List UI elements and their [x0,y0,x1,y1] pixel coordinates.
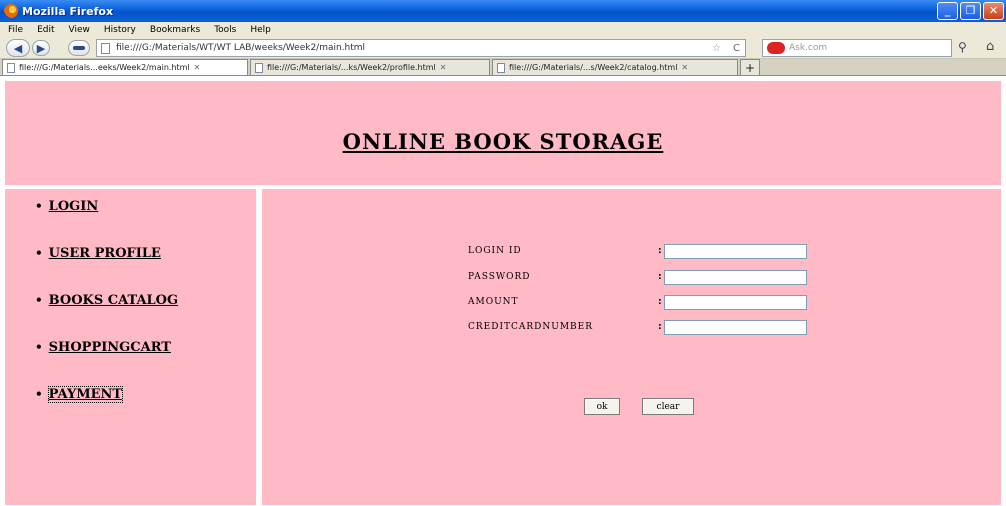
amount-input[interactable] [664,294,807,310]
firefox-icon [4,4,18,18]
bullet: • [35,246,43,260]
password-input[interactable] [664,269,807,285]
menu-edit[interactable]: Edit [37,25,54,35]
forward-button[interactable]: ▶ [32,40,50,56]
amount-label: AMOUNT [468,297,519,307]
page-icon [255,62,263,73]
menu-tools[interactable]: Tools [214,25,236,35]
maximize-button[interactable]: ❐ [960,2,981,20]
menu-history[interactable]: History [104,25,136,35]
login-link[interactable]: LOGIN [49,199,99,214]
tab-label: file:///G:/Materials/...s/Week2/catalog.… [509,63,678,72]
sidebar-item-books-catalog: • BOOKS CATALOG [35,293,178,340]
tab-catalog[interactable]: file:///G:/Materials/...s/Week2/catalog.… [492,59,738,75]
menu-file[interactable]: File [8,25,23,35]
search-engine-icon[interactable] [767,42,785,54]
close-tab-icon[interactable]: ✕ [681,63,688,72]
password-label: PASSWORD [468,272,531,282]
close-tab-icon[interactable]: ✕ [440,63,447,72]
navigation-toolbar: ◀ ▶ file:///G:/Materials/WT/WT LAB/weeks… [0,37,1006,59]
bullet: • [35,293,43,307]
bookmark-icon [73,46,85,50]
credit-card-input[interactable] [664,319,807,335]
bullet: • [35,340,43,354]
tab-main[interactable]: file:///G:/Materials...eeks/Week2/main.h… [2,59,248,75]
sidebar-item-login: • LOGIN [35,199,178,246]
login-id-label: LOGIN ID [468,246,522,256]
page-icon [101,42,110,54]
bullet: • [35,199,43,213]
bullet: • [35,387,43,401]
main-frame: LOGIN ID : PASSWORD : AMOUNT : CREDITCAR… [262,189,1001,505]
ok-button[interactable]: ok [584,398,620,415]
login-id-input[interactable] [664,243,807,259]
header-frame: ONLINE BOOK STORAGE [5,81,1001,185]
tab-label: file:///G:/Materials/...ks/Week2/profile… [267,63,436,72]
tab-label: file:///G:/Materials...eeks/Week2/main.h… [19,63,190,72]
search-placeholder: Ask.com [789,43,828,53]
books-catalog-link[interactable]: BOOKS CATALOG [49,293,178,308]
close-button[interactable]: ✕ [983,2,1004,20]
url-text: file:///G:/Materials/WT/WT LAB/weeks/Wee… [116,43,366,53]
search-bar[interactable]: Ask.com [762,39,952,57]
page-title: ONLINE BOOK STORAGE [342,129,664,154]
menu-help[interactable]: Help [250,25,271,35]
shopping-cart-link[interactable]: SHOPPINGCART [49,340,171,355]
star-icon[interactable]: ☆ [712,43,721,54]
credit-card-row: CREDITCARDNUMBER : [468,319,818,335]
page-content: ONLINE BOOK STORAGE • LOGIN • USER PROFI… [0,76,1006,506]
new-tab-button[interactable]: + [740,59,760,75]
sidebar-item-payment: • PAYMENT [35,386,178,434]
window-title-bar: Mozilla Firefox _ ❐ ✕ [0,0,1006,22]
menu-bar: File Edit View History Bookmarks Tools H… [0,22,1006,37]
back-arrow-icon: ◀ [13,41,23,55]
tab-profile[interactable]: file:///G:/Materials/...ks/Week2/profile… [250,59,490,75]
clear-button[interactable]: clear [642,398,694,415]
close-tab-icon[interactable]: ✕ [194,63,201,72]
menu-bookmarks[interactable]: Bookmarks [150,25,200,35]
url-bar[interactable]: file:///G:/Materials/WT/WT LAB/weeks/Wee… [96,39,746,57]
amount-row: AMOUNT : [468,294,818,310]
tab-strip: file:///G:/Materials...eeks/Week2/main.h… [0,59,1006,76]
bookmark-button[interactable] [68,40,90,56]
sidebar-item-shopping-cart: • SHOPPINGCART [35,340,178,387]
home-icon[interactable]: ⌂ [986,39,994,54]
window-title: Mozilla Firefox [22,4,114,18]
page-icon [7,62,15,73]
window-controls: _ ❐ ✕ [937,2,1004,20]
password-row: PASSWORD : [468,269,818,285]
payment-link[interactable]: PAYMENT [47,386,124,403]
page-icon [497,62,505,73]
credit-card-label: CREDITCARDNUMBER [468,322,594,332]
search-go-icon[interactable]: ⚲ [958,40,967,54]
back-button[interactable]: ◀ [6,39,30,57]
login-id-row: LOGIN ID : [468,243,818,259]
reload-icon[interactable]: C [733,43,740,54]
sidebar-item-user-profile: • USER PROFILE [35,246,178,293]
forward-arrow-icon: ▶ [36,41,46,55]
sidebar-frame: • LOGIN • USER PROFILE • BOOKS CATALOG •… [5,189,256,505]
menu-view[interactable]: View [69,25,90,35]
sidebar-menu: • LOGIN • USER PROFILE • BOOKS CATALOG •… [35,199,178,434]
minimize-button[interactable]: _ [937,2,958,20]
user-profile-link[interactable]: USER PROFILE [49,246,161,261]
